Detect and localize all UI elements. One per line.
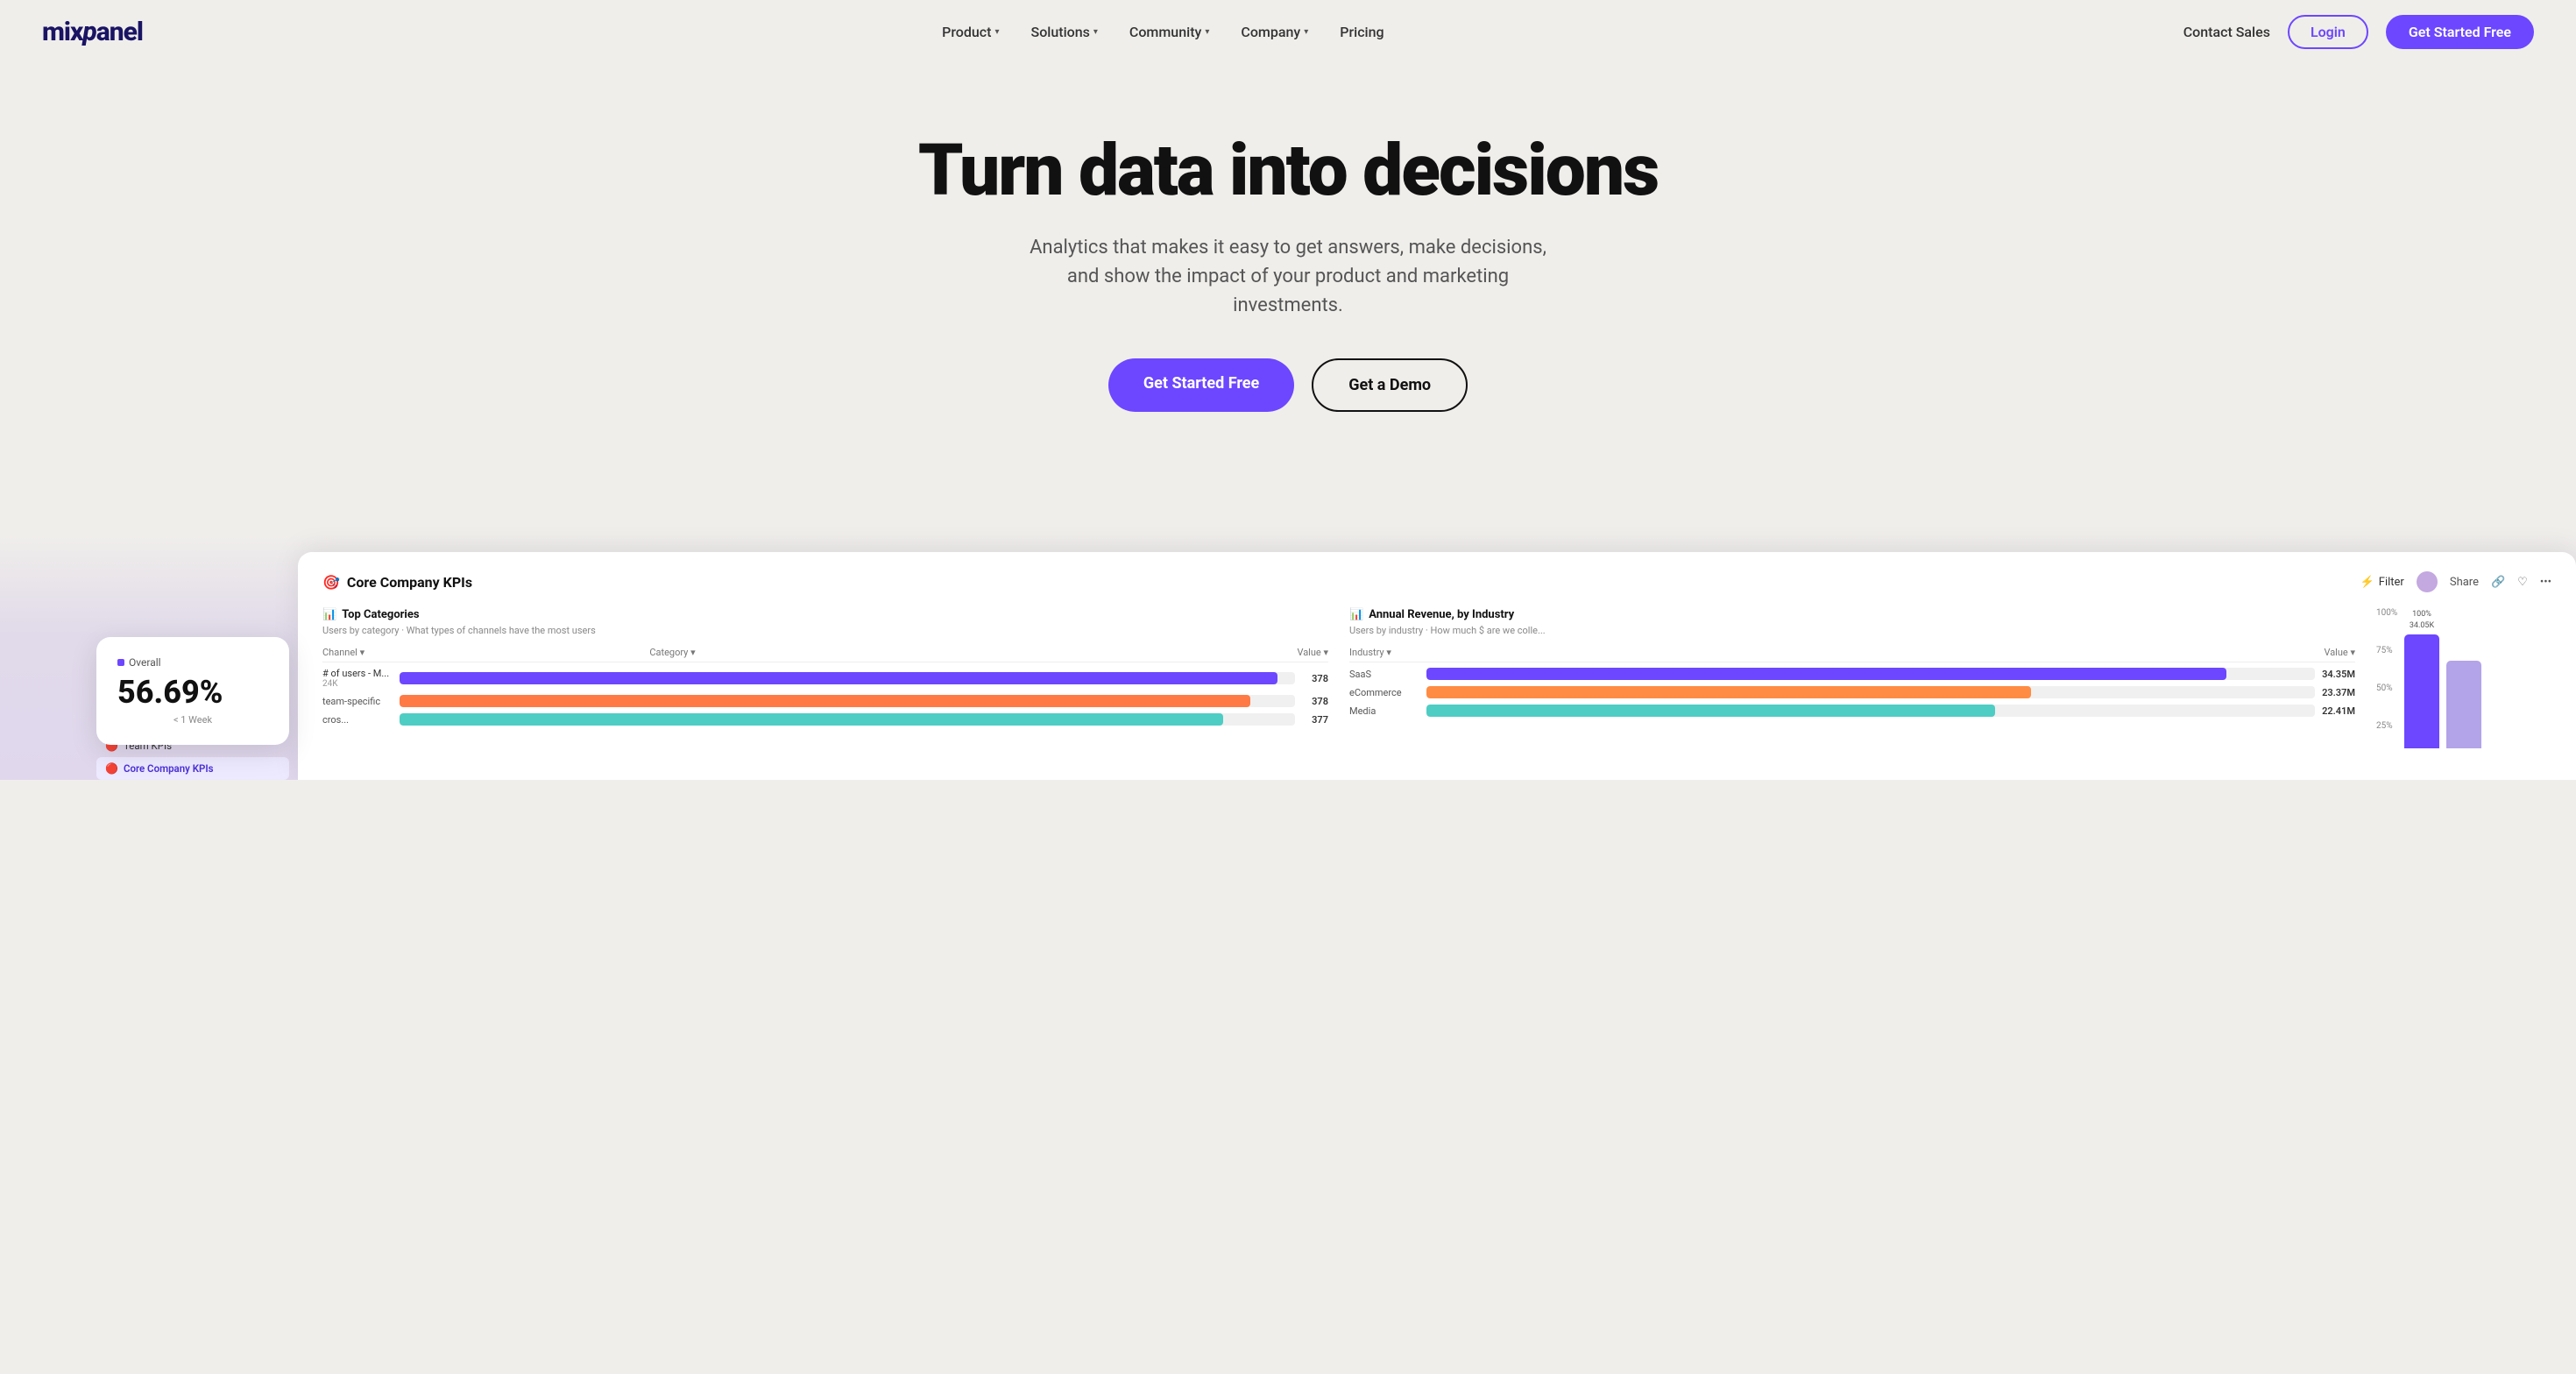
table-row: eCommerce 23.37M [1349,686,2355,698]
annual-revenue-chart: 📊 Annual Revenue, by Industry Users by i… [1349,608,2355,748]
link-icon[interactable]: 🔗 [2491,576,2505,589]
contact-sales-link[interactable]: Contact Sales [2183,24,2270,40]
table-row: # of users - M... 24K 378 [322,668,1328,689]
nav-pricing[interactable]: Pricing [1340,24,1384,40]
annual-revenue-title: Annual Revenue, by Industry [1369,608,1514,621]
retention-value: 56.69% [117,674,268,711]
nav-solutions[interactable]: Solutions ▾ [1031,24,1098,40]
bar-sublabel: 34.05K [2410,621,2434,630]
share-button[interactable]: Share [2450,576,2479,589]
more-icon[interactable]: ••• [2540,576,2551,589]
y-axis-100: 100% [2376,608,2397,618]
nav-actions: Contact Sales Login Get Started Free [2183,15,2534,49]
dashboard-header: 🎯 Core Company KPIs ⚡ Filter Share 🔗 ♡ •… [322,571,2551,592]
user-avatar [2417,571,2438,592]
hero-section: Turn data into decisions Analytics that … [0,63,2576,499]
nav-links: Product ▾ Solutions ▾ Community ▾ Compan… [942,24,1384,40]
retention-period: < 1 Week [117,714,268,726]
filter-icon: ⚡ [2360,576,2374,589]
chevron-down-icon: ▾ [1304,27,1308,37]
chevron-down-icon: ▾ [994,27,999,37]
sidebar-core-kpis-label: Core Company KPIs [124,762,214,775]
hero-subheading: Analytics that makes it easy to get answ… [1016,233,1560,320]
dashboard-actions: ⚡ Filter Share 🔗 ♡ ••• [2360,571,2551,592]
dashboard-main-panel: 🎯 Core Company KPIs ⚡ Filter Share 🔗 ♡ •… [298,552,2576,780]
dashboard-title-emoji: 🎯 [322,574,340,591]
hero-demo-button[interactable]: Get a Demo [1312,358,1468,412]
bar-2 [2446,661,2481,748]
overall-indicator [117,659,124,666]
annual-revenue-icon: 📊 [1349,608,1363,621]
top-categories-title: Top Categories [342,608,419,621]
heart-icon[interactable]: ♡ [2517,576,2528,589]
bar-1 [2404,634,2439,748]
table-row: team-specific 378 [322,695,1328,707]
table-header-right: Industry ▾ Value ▾ [1349,647,2355,662]
annual-revenue-subtitle: Users by industry · How much $ are we co… [1349,625,2355,636]
login-button[interactable]: Login [2288,15,2368,49]
nav-company[interactable]: Company ▾ [1241,24,1308,40]
bar-wrap-1: 100% 34.05K [2404,610,2439,748]
nav-product[interactable]: Product ▾ [942,24,999,40]
sidebar-core-kpis-item[interactable]: 🔴 Core Company KPIs [96,757,289,780]
nav-community[interactable]: Community ▾ [1129,24,1209,40]
top-categories-icon: 📊 [322,608,336,621]
table-row: SaaS 34.35M [1349,668,2355,680]
dashboard-columns: 📊 Top Categories Users by category · Wha… [322,608,2551,748]
logo[interactable]: mixpanel [42,17,143,47]
top-categories-subtitle: Users by category · What types of channe… [322,625,1328,636]
navbar: mixpanel Product ▾ Solutions ▾ Community… [0,0,2576,63]
top-categories-chart: 📊 Top Categories Users by category · Wha… [322,608,1328,748]
table-row: cros... 377 [322,713,1328,726]
chevron-down-icon: ▾ [1093,27,1098,37]
dashboard-title: 🎯 Core Company KPIs [322,574,472,591]
filter-button[interactable]: ⚡ Filter [2360,576,2404,589]
y-axis-75: 75% [2376,646,2397,655]
table-row: Media 22.41M [1349,705,2355,717]
dashboard-preview: Overall 56.69% < 1 Week 🔴 Retention anal… [0,499,2576,780]
overall-label: Overall [129,656,161,669]
y-axis-50: 50% [2376,683,2397,693]
y-axis-25: 25% [2376,721,2397,731]
retention-card: Overall 56.69% < 1 Week [96,637,289,745]
hero-get-started-button[interactable]: Get Started Free [1108,358,1294,412]
nav-get-started-button[interactable]: Get Started Free [2386,15,2534,49]
core-kpis-emoji: 🔴 [105,762,118,775]
bar-wrap-2 [2446,661,2481,748]
table-header-left: Channel ▾ Category ▾ Value ▾ [322,647,1328,662]
bar-chart-visual: 100% 75% 50% 25% 100% 34.05K [2376,608,2551,748]
bar-pct-1: 100% [2412,610,2431,619]
hero-buttons: Get Started Free Get a Demo [35,358,2541,412]
chevron-down-icon: ▾ [1205,27,1209,37]
hero-heading: Turn data into decisions [894,133,1682,209]
